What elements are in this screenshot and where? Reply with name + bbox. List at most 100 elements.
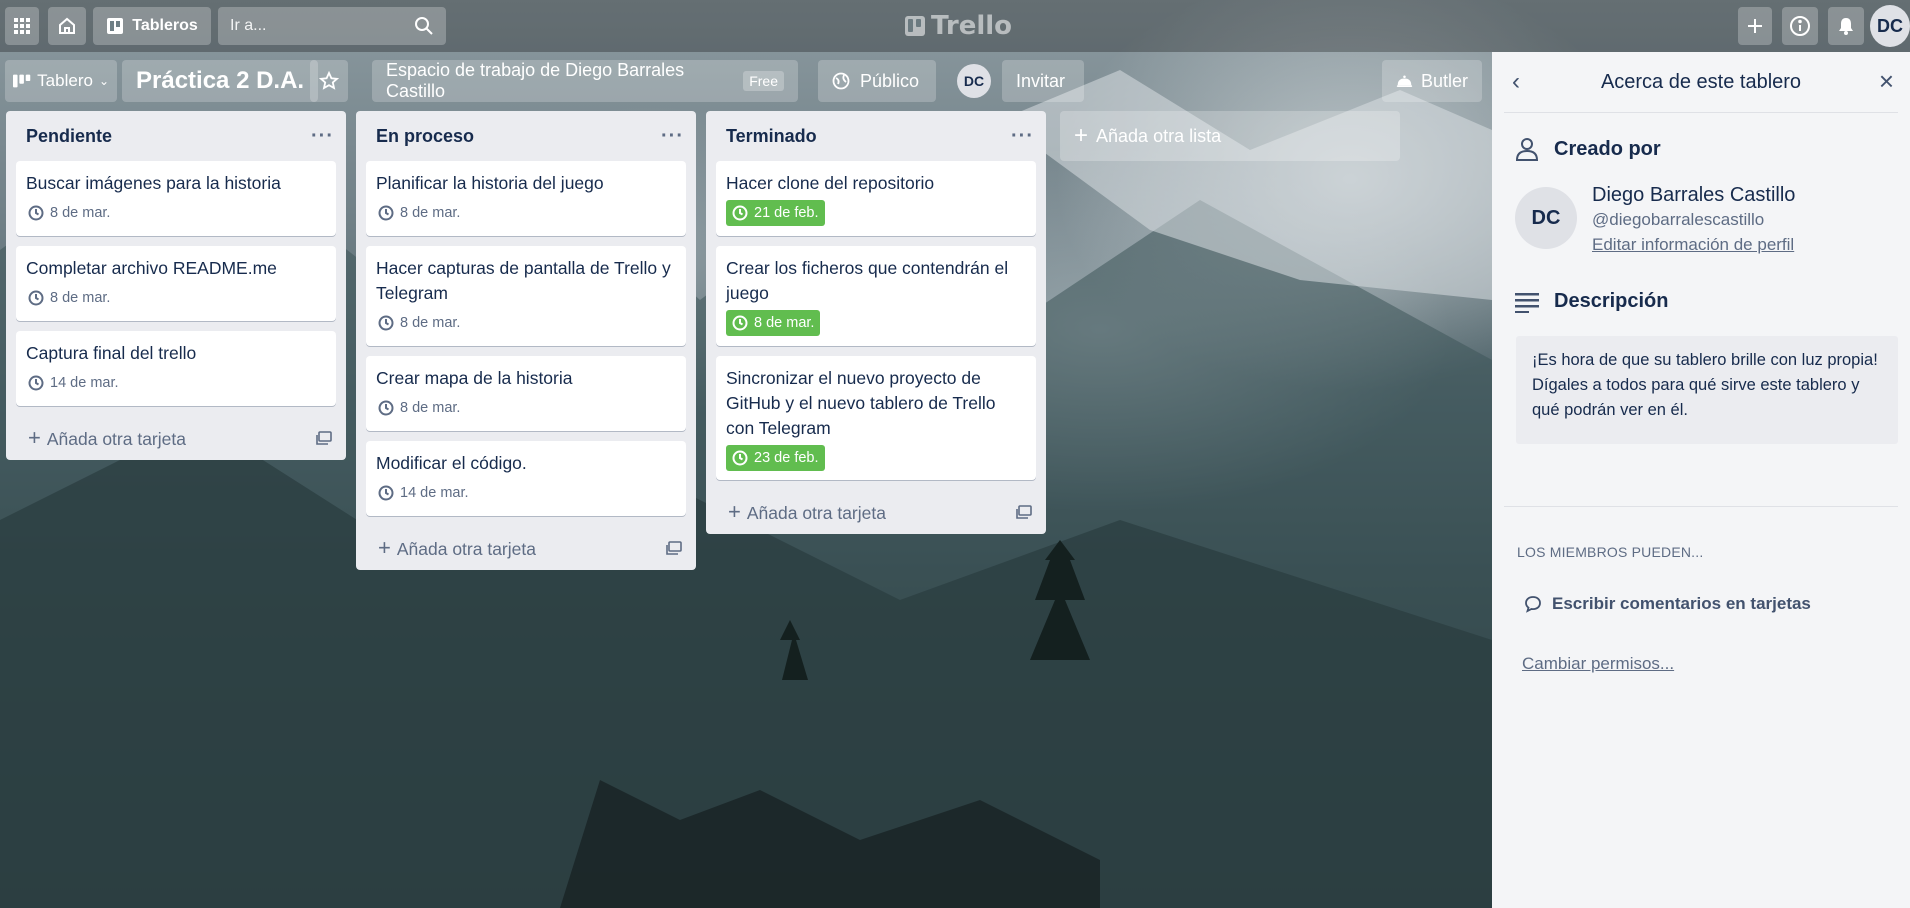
boards-button[interactable]: Tableros — [93, 7, 211, 45]
creator-avatar[interactable]: DC — [1515, 187, 1577, 249]
add-list-button[interactable]: + Añada otra lista — [1060, 111, 1400, 161]
card[interactable]: Crear mapa de la historia 8 de mar. — [366, 356, 686, 431]
workspace-free-badge: Free — [743, 71, 784, 91]
home-icon — [59, 17, 75, 34]
boards-label: Tableros — [132, 17, 198, 34]
due-date-badge: 8 de mar. — [376, 395, 462, 421]
card[interactable]: Planificar la historia del juego 8 de ma… — [366, 161, 686, 236]
visibility-button[interactable]: Público — [818, 60, 936, 102]
clock-icon — [378, 485, 394, 501]
panel-title: Acerca de este tablero — [1600, 70, 1802, 93]
trello-logo-text: Trello — [931, 11, 1013, 41]
create-button[interactable] — [1738, 7, 1772, 45]
search-input[interactable]: Ir a... — [218, 7, 446, 45]
user-avatar[interactable]: DC — [1870, 5, 1910, 47]
card[interactable]: Captura final del trello 14 de mar. — [16, 331, 336, 406]
due-date: 21 de feb. — [754, 205, 819, 221]
card[interactable]: Modificar el código. 14 de mar. — [366, 441, 686, 516]
plus-icon: + — [28, 425, 41, 450]
card[interactable]: Completar archivo README.me 8 de mar. — [16, 246, 336, 321]
due-date: 14 de mar. — [400, 485, 469, 501]
trello-logo-icon — [905, 16, 925, 36]
list-menu-icon[interactable]: ··· — [311, 125, 334, 148]
add-card-button[interactable]: + Añada otra tarjeta — [356, 526, 696, 570]
due-date-badge: 14 de mar. — [26, 370, 121, 396]
members-can-label: LOS MIEMBROS PUEDEN... — [1517, 544, 1704, 560]
board-view-switcher[interactable]: Tablero ⌄ — [5, 60, 117, 102]
add-card-label: Añada otra tarjeta — [46, 429, 186, 449]
plus-icon — [1748, 19, 1762, 33]
due-date-badge: 8 de mar. — [26, 200, 112, 226]
visibility-label: Público — [860, 70, 920, 91]
back-arrow-icon[interactable]: ‹ — [1512, 68, 1520, 96]
change-permissions-link[interactable]: Cambiar permisos... — [1522, 654, 1674, 674]
close-icon[interactable]: × — [1879, 66, 1894, 97]
card[interactable]: Crear los ficheros que contendrán el jue… — [716, 246, 1036, 346]
description-icon — [1515, 292, 1539, 313]
panel-header: ‹ Acerca de este tablero × — [1492, 52, 1910, 112]
card-title: Hacer clone del repositorio — [726, 173, 935, 193]
card-title: Buscar imágenes para la historia — [26, 173, 281, 193]
edit-profile-link[interactable]: Editar información de perfil — [1592, 235, 1794, 255]
due-date: 8 de mar. — [400, 400, 461, 416]
person-icon — [1515, 138, 1539, 161]
list-header[interactable]: Pendiente ··· — [6, 111, 346, 161]
add-card-label: Añada otra tarjeta — [396, 539, 536, 559]
card[interactable]: Hacer capturas de pantalla de Trello y T… — [366, 246, 686, 346]
add-card-button[interactable]: + Añada otra tarjeta — [706, 490, 1046, 534]
due-date-badge-complete[interactable]: 8 de mar. — [726, 310, 821, 336]
info-button[interactable] — [1782, 7, 1818, 45]
card[interactable]: Hacer clone del repositorio 21 de feb. — [716, 161, 1036, 236]
star-board-button[interactable] — [310, 60, 348, 102]
due-date: 8 de mar. — [400, 205, 461, 221]
list-header[interactable]: Terminado ··· — [706, 111, 1046, 161]
add-list-label: Añada otra lista — [1096, 125, 1222, 146]
card[interactable]: Buscar imágenes para la historia 8 de ma… — [16, 161, 336, 236]
clock-icon — [28, 205, 44, 221]
plus-icon: + — [1074, 122, 1089, 149]
card-title: Sincronizar el nuevo proyecto de GitHub … — [726, 368, 996, 438]
card-template-icon[interactable] — [666, 541, 682, 555]
due-date: 14 de mar. — [50, 375, 119, 391]
clock-icon — [732, 315, 748, 331]
clock-icon — [378, 400, 394, 416]
search-placeholder: Ir a... — [230, 17, 267, 34]
due-date: 8 de mar. — [754, 315, 815, 331]
butler-label: Butler — [1420, 70, 1468, 91]
due-date-badge-complete[interactable]: 21 de feb. — [726, 200, 825, 226]
board-view-label: Tablero — [37, 71, 93, 90]
list-menu-icon[interactable]: ··· — [661, 125, 684, 148]
list-menu-icon[interactable]: ··· — [1011, 125, 1034, 148]
due-date: 8 de mar. — [400, 315, 461, 331]
trello-logo[interactable]: Trello — [905, 10, 1012, 42]
butler-icon — [1396, 75, 1413, 87]
list-pendiente: Pendiente ··· Buscar imágenes para la hi… — [6, 111, 346, 460]
description-text[interactable]: ¡Es hora de que su tablero brille con lu… — [1516, 336, 1898, 444]
add-card-button[interactable]: + Añada otra tarjeta — [6, 416, 346, 460]
search-icon — [415, 17, 433, 35]
card-template-icon[interactable] — [316, 431, 332, 445]
plus-icon: + — [378, 535, 391, 560]
globe-icon — [832, 72, 850, 90]
home-button[interactable] — [48, 7, 86, 45]
butler-button[interactable]: Butler — [1382, 60, 1482, 102]
workspace-button[interactable]: Espacio de trabajo de Diego Barrales Cas… — [372, 60, 798, 102]
workspace-name: Espacio de trabajo de Diego Barrales Cas… — [386, 60, 685, 101]
notifications-button[interactable] — [1828, 7, 1864, 45]
board-title[interactable]: Práctica 2 D.A. — [122, 60, 319, 102]
invite-button[interactable]: Invitar — [1002, 60, 1084, 102]
apps-grid-icon[interactable] — [5, 7, 39, 45]
card[interactable]: Sincronizar el nuevo proyecto de GitHub … — [716, 356, 1036, 480]
list-header[interactable]: En proceso ··· — [356, 111, 696, 161]
clock-icon — [732, 450, 748, 466]
due-date-badge: 8 de mar. — [26, 285, 112, 311]
bell-icon — [1839, 18, 1853, 35]
card-title: Modificar el código. — [376, 453, 527, 473]
clock-icon — [378, 205, 394, 221]
board-member-avatar[interactable]: DC — [957, 64, 991, 98]
due-date-badge-complete[interactable]: 23 de feb. — [726, 445, 825, 471]
card-template-icon[interactable] — [1016, 505, 1032, 519]
list-title: Pendiente — [26, 125, 113, 146]
clock-icon — [732, 205, 748, 221]
board-menu-panel: ‹ Acerca de este tablero × Creado por DC… — [1492, 52, 1910, 908]
